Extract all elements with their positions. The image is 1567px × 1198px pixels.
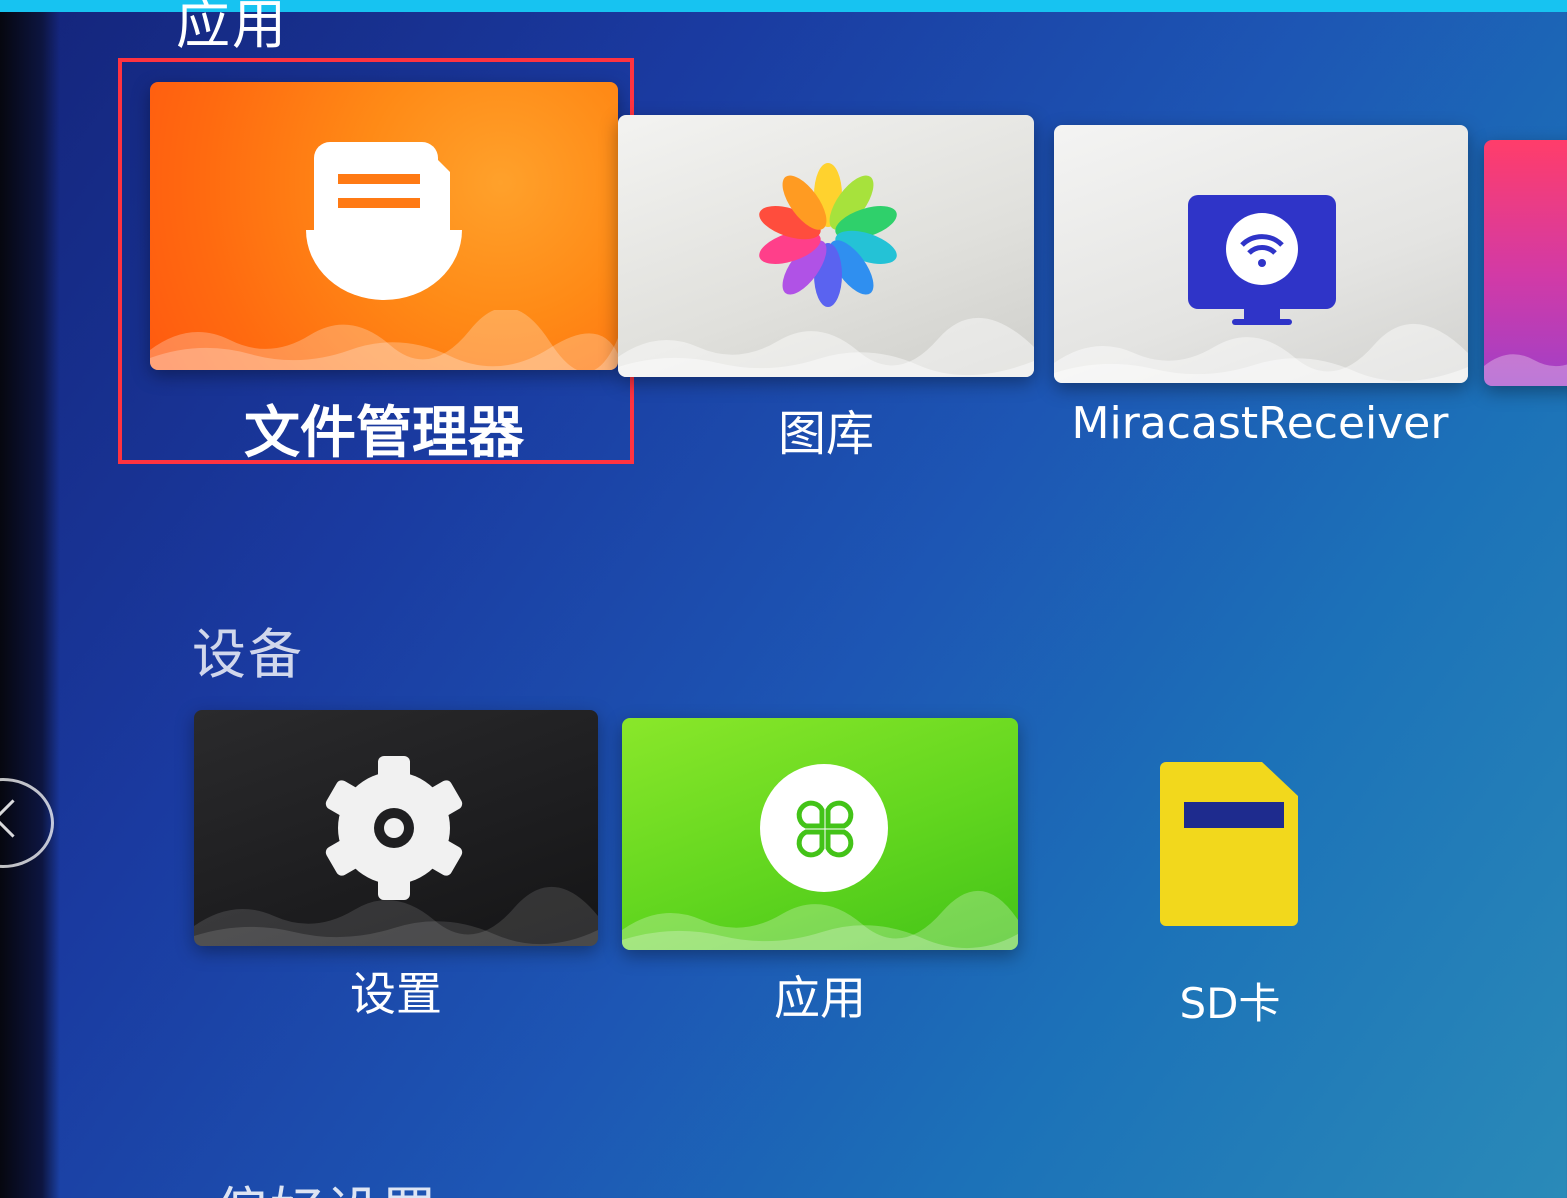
tile-gallery[interactable] [618,115,1034,377]
wave-decoration [618,317,1034,377]
focus-highlight [118,58,634,464]
tile-settings[interactable] [194,710,598,946]
label-settings: 设置 [350,967,442,1021]
chevron-left-icon [0,799,32,838]
label-miracast-receiver: MiracastReceiver [1071,398,1449,449]
wave-decoration [1054,323,1468,383]
section-title-preferences: 偏好设置 [214,1168,438,1198]
wave-decoration [1484,354,1567,386]
tile-apps[interactable] [622,718,1018,950]
wave-decoration [194,886,598,946]
label-apps: 应用 [774,971,866,1025]
wave-decoration [622,890,1018,950]
label-gallery: 图库 [777,406,874,462]
screen-bezel [0,12,60,1198]
tile-miracast-receiver[interactable] [1054,125,1468,383]
tile-partial-next[interactable] [1484,140,1567,386]
label-sd-card: SD卡 [1179,979,1281,1028]
section-title-apps: 应用 [176,0,288,56]
sd-card-icon[interactable] [1158,758,1308,928]
section-title-devices: 设备 [192,623,304,686]
